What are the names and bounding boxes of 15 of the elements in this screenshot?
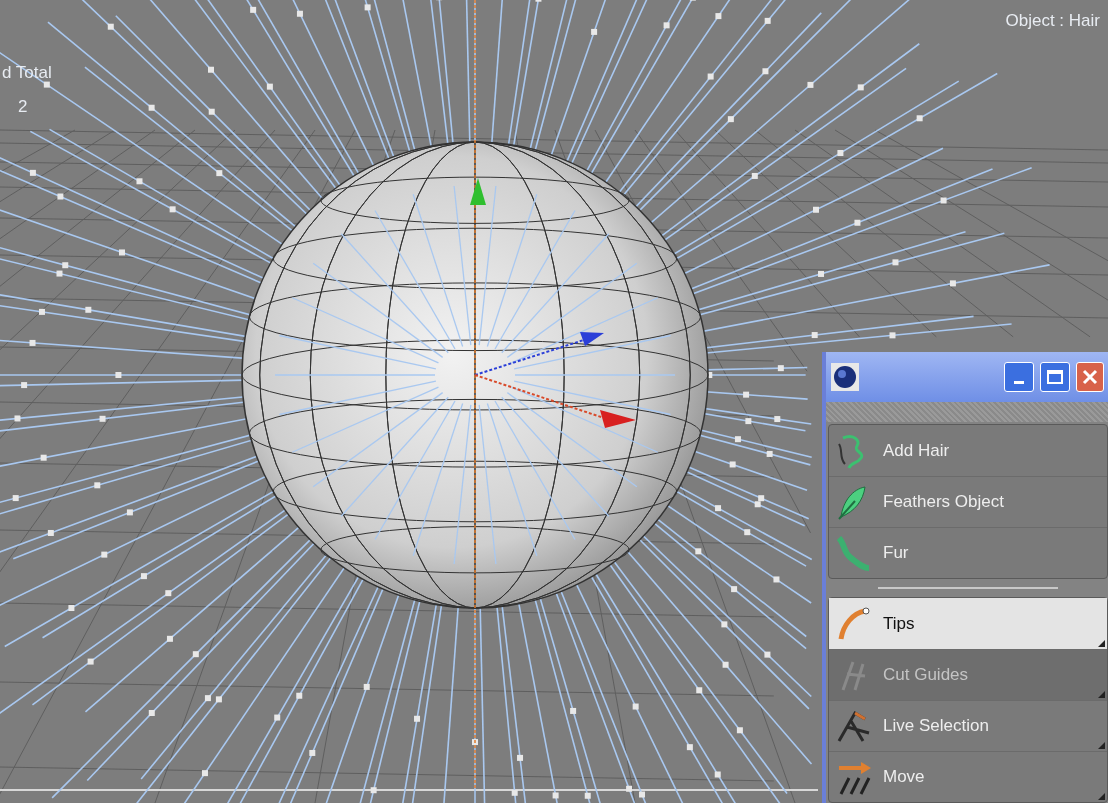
minimize-icon [1014, 380, 1024, 384]
minimize-button[interactable] [1004, 362, 1034, 392]
tool-item[interactable]: Live Selection [829, 700, 1107, 751]
tool-item[interactable]: Feathers Object [829, 476, 1107, 527]
close-button[interactable] [1076, 362, 1104, 392]
maximize-icon [1047, 370, 1063, 384]
object-label: Object : Hair [1005, 10, 1100, 32]
close-icon [1082, 369, 1098, 385]
overlay-text: 2 [18, 96, 28, 118]
tool-item[interactable]: Add Hair [829, 425, 1107, 476]
tool-item[interactable]: Move [829, 751, 1107, 802]
tool-item[interactable]: Fur [829, 527, 1107, 578]
tool-item[interactable]: Tips [829, 598, 1107, 649]
maximize-button[interactable] [1040, 362, 1070, 392]
drag-handle[interactable] [826, 402, 1108, 422]
